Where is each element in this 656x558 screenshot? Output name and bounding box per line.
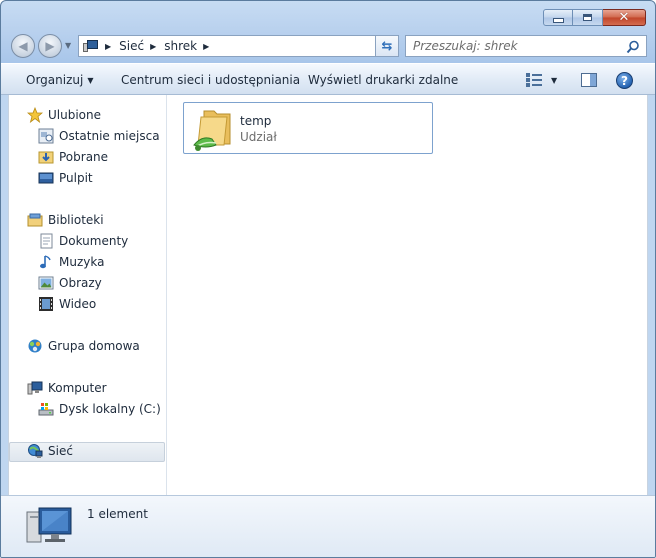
organize-label: Organizuj (26, 73, 84, 87)
sidebar-item-label: Biblioteki (48, 213, 104, 227)
star-icon (27, 107, 43, 123)
content-area: Ulubione Ostatnie miejsca Pobrane Pulpit (8, 95, 648, 495)
item-count: 1 element (87, 507, 148, 521)
sidebar-item-network[interactable]: Sieć (27, 443, 73, 459)
downloads-folder-icon (38, 149, 54, 165)
film-icon (38, 296, 54, 312)
breadcrumb-shrek[interactable]: shrek (164, 39, 197, 53)
sidebar-item-pictures[interactable]: Obrazy (38, 275, 102, 291)
breadcrumb-network[interactable]: Sieć (119, 39, 144, 53)
sidebar-item-label: Obrazy (59, 276, 102, 290)
arrow-left-icon: ◀ (18, 39, 28, 53)
address-bar[interactable]: ▶ Sieć ▶ shrek ▶ ▼ (78, 35, 397, 57)
search-input[interactable] (413, 39, 618, 53)
remote-printers-button[interactable]: Wyświetl drukarki zdalne (308, 73, 458, 87)
documents-icon (38, 233, 54, 249)
sidebar-item-homegroup[interactable]: Grupa domowa (27, 338, 140, 354)
sidebar-item-label: Dysk lokalny (C:) (59, 402, 161, 416)
computer-icon (27, 380, 43, 396)
file-type: Udział (240, 130, 277, 144)
local-disk-icon (38, 401, 54, 417)
list-item[interactable]: temp Udział (183, 102, 433, 154)
sidebar-item-music[interactable]: Muzyka (38, 254, 104, 270)
window-controls: ✕ (543, 9, 646, 26)
sidebar-item-label: Sieć (48, 444, 73, 458)
forward-button[interactable]: ▶ (38, 34, 62, 58)
refresh-button[interactable]: ⇆ (375, 35, 399, 57)
chevron-down-icon: ▼ (87, 76, 94, 85)
sidebar-item-label: Ostatnie miejsca (59, 129, 160, 143)
sidebar-item-label: Muzyka (59, 255, 105, 269)
sidebar-item-local-disk[interactable]: Dysk lokalny (C:) (38, 401, 161, 417)
pictures-icon (38, 275, 54, 291)
command-bar: Organizuj ▼ Centrum sieci i udostępniania… (1, 63, 655, 95)
sidebar-item-label: Grupa domowa (48, 339, 140, 353)
sidebar-item-computer[interactable]: Komputer (27, 380, 107, 396)
close-button[interactable]: ✕ (603, 9, 646, 26)
network-icon (27, 443, 43, 459)
sidebar-item-documents[interactable]: Dokumenty (38, 233, 128, 249)
sidebar-item-desktop[interactable]: Pulpit (38, 170, 93, 186)
view-options-dropdown[interactable]: ▼ (551, 76, 557, 85)
chevron-right-icon[interactable]: ▶ (150, 42, 156, 51)
sidebar-item-label: Pobrane (59, 150, 109, 164)
minimize-button[interactable] (543, 9, 573, 26)
explorer-window: ✕ ◀ ▶ ▼ ▶ Sieć ▶ shrek ▶ ▼ ⇆ Organizuj▼ … (0, 0, 656, 558)
maximize-button[interactable] (573, 9, 603, 26)
minimize-icon (552, 18, 564, 23)
recent-pages-button[interactable]: ▼ (65, 41, 71, 50)
sidebar-item-label: Ulubione (48, 108, 102, 122)
music-note-icon (38, 254, 54, 270)
recent-places-icon (38, 128, 54, 144)
organize-menu[interactable]: Organizuj ▼ (26, 73, 93, 87)
refresh-icon: ⇆ (381, 38, 393, 54)
sidebar-item-videos[interactable]: Wideo (38, 296, 96, 312)
arrow-right-icon: ▶ (45, 39, 55, 53)
sidebar-item-favorites[interactable]: Ulubione (27, 107, 101, 123)
sidebar-item-recent-places[interactable]: Ostatnie miejsca (38, 128, 160, 144)
libraries-icon (27, 212, 43, 228)
chevron-right-icon[interactable]: ▶ (105, 42, 111, 51)
preview-pane-icon[interactable] (581, 73, 597, 87)
search-icon[interactable] (626, 40, 640, 54)
shared-folder-icon (193, 110, 231, 151)
navigation-pane: Ulubione Ostatnie miejsca Pobrane Pulpit (9, 95, 167, 495)
sidebar-item-downloads[interactable]: Pobrane (38, 149, 108, 165)
maximize-icon (583, 14, 592, 21)
back-button[interactable]: ◀ (11, 34, 35, 58)
change-view-icon[interactable] (526, 73, 542, 87)
sidebar-item-label: Dokumenty (59, 234, 129, 248)
file-list[interactable]: temp Udział (167, 95, 647, 495)
close-icon: ✕ (618, 10, 630, 25)
sidebar-item-label: Wideo (59, 297, 97, 311)
chevron-right-icon[interactable]: ▶ (203, 42, 209, 51)
file-name: temp (240, 114, 272, 128)
sidebar-item-label: Pulpit (59, 171, 93, 185)
details-pane: 1 element (1, 495, 655, 557)
search-box[interactable] (405, 35, 647, 57)
desktop-icon (38, 170, 54, 186)
homegroup-icon (27, 338, 43, 354)
help-icon[interactable]: ? (616, 72, 633, 89)
network-center-button[interactable]: Centrum sieci i udostępniania (121, 73, 300, 87)
sidebar-item-libraries[interactable]: Biblioteki (27, 212, 104, 228)
network-computer-icon (26, 507, 72, 543)
network-computer-icon (83, 40, 99, 52)
sidebar-item-label: Komputer (48, 381, 107, 395)
